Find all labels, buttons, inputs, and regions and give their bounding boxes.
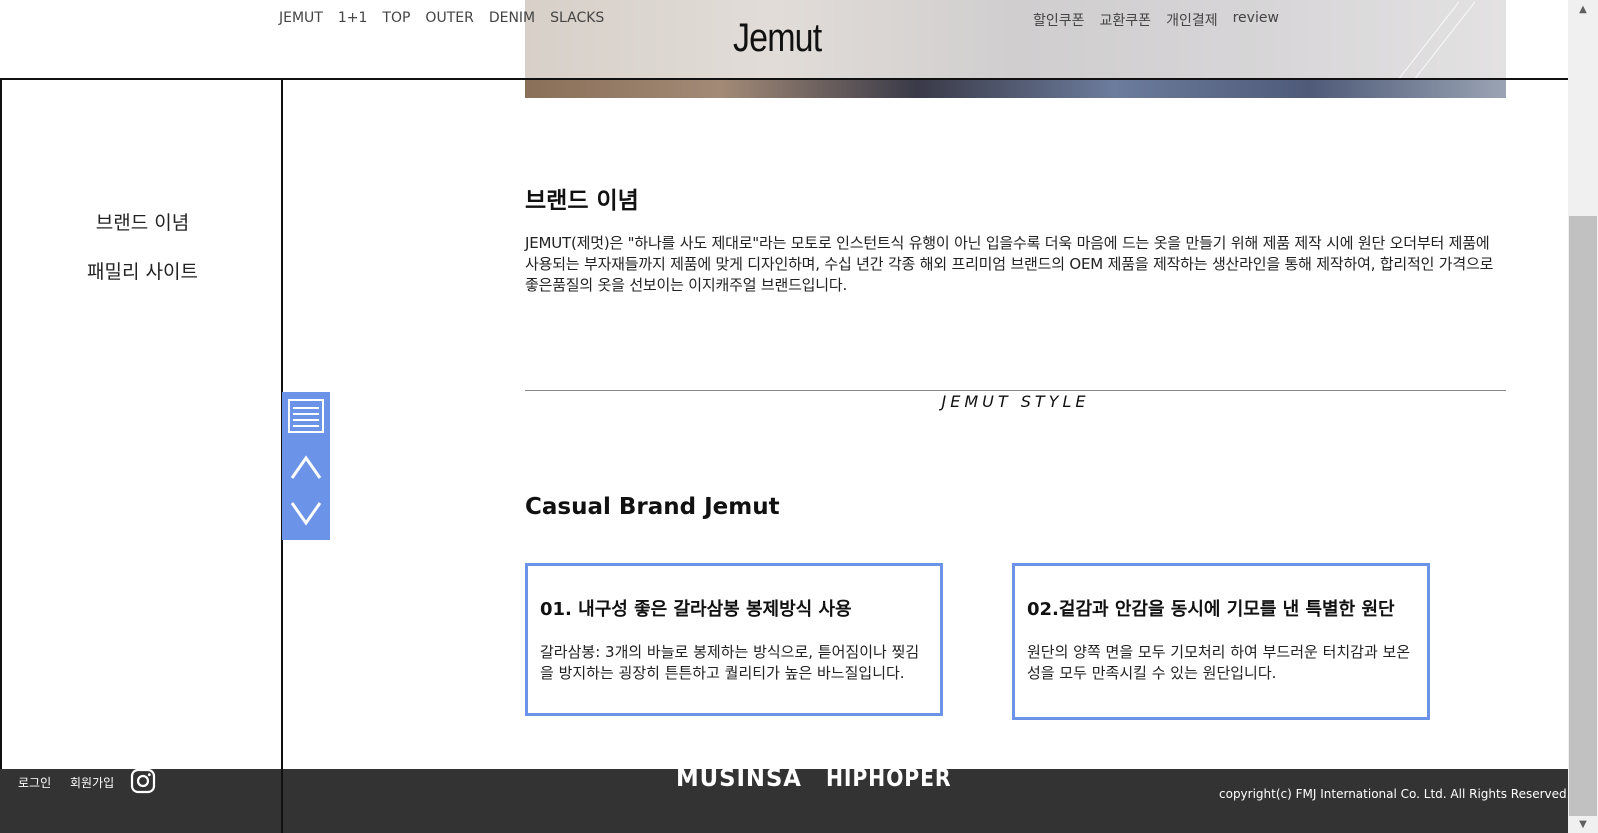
nav-item-outer[interactable]: OUTER xyxy=(425,10,473,26)
copyright-text: copyright(c) FMJ International Co. Ltd. … xyxy=(1219,787,1571,801)
category-nav: JEMUT 1+1 TOP OUTER DENIM SLACKS xyxy=(279,10,619,26)
sidebar: 브랜드 이념 패밀리 사이트 xyxy=(0,80,283,833)
signup-link[interactable]: 회원가입 xyxy=(70,774,114,791)
scrollbar-thumb[interactable] xyxy=(1569,216,1597,816)
utility-nav: 할인쿠폰 교환쿠폰 개인결제 review xyxy=(1033,10,1294,30)
feature-card-text: 갈라삼봉: 3개의 바늘로 봉제하는 방식으로, 튿어짐이나 찢김을 방지하는 … xyxy=(540,643,920,682)
menu-icon[interactable] xyxy=(286,396,326,436)
casual-brand-heading: Casual Brand Jemut xyxy=(525,494,780,520)
chevron-down-icon[interactable] xyxy=(286,494,326,534)
brand-philosophy-heading: 브랜드 이념 xyxy=(525,188,639,214)
scroll-down-arrow-icon[interactable]: ▼ xyxy=(1568,815,1598,833)
nav-item-review[interactable]: review xyxy=(1233,10,1279,30)
nav-item-personal-payment[interactable]: 개인결제 xyxy=(1166,10,1218,30)
nav-item-jemut[interactable]: JEMUT xyxy=(279,10,323,26)
section-divider xyxy=(525,390,1506,391)
feature-card-2: 02.겉감과 안감을 동시에 기모를 낸 특별한 원단 원단의 양쪽 면을 모두… xyxy=(1012,563,1430,720)
partner-logo-musinsa[interactable]: MUSINSA xyxy=(676,764,802,792)
feature-card-title: 01. 내구성 좋은 갈라삼봉 봉제방식 사용 xyxy=(540,599,852,620)
jemut-style-label: JEMUT STYLE xyxy=(941,392,1090,411)
chevron-up-icon[interactable] xyxy=(286,447,326,487)
feature-card-1: 01. 내구성 좋은 갈라삼봉 봉제방식 사용 갈라삼봉: 3개의 바늘로 봉제… xyxy=(525,563,943,716)
brand-philosophy-text: JEMUT(제멋)은 "하나를 사도 제대로"라는 모토로 인스턴트식 유행이 … xyxy=(525,234,1494,294)
nav-item-1plus1[interactable]: 1+1 xyxy=(338,10,368,26)
site-logo[interactable]: Jemut xyxy=(733,16,822,61)
sidebar-item-family-site[interactable]: 패밀리 사이트 xyxy=(2,257,283,284)
instagram-icon[interactable] xyxy=(130,768,156,794)
quick-scroll-widget xyxy=(282,392,330,540)
nav-item-discount-coupon[interactable]: 할인쿠폰 xyxy=(1033,10,1085,30)
partner-logo-hiphoper[interactable]: HIPHOPER xyxy=(826,764,951,792)
feature-card-title: 02.겉감과 안감을 동시에 기모를 낸 특별한 원단 xyxy=(1027,599,1395,620)
feature-card-text: 원단의 양쪽 면을 모두 기모처리 하여 부드러운 터치감과 보온성을 모두 만… xyxy=(1027,643,1411,682)
nav-item-denim[interactable]: DENIM xyxy=(489,10,535,26)
nav-item-exchange-coupon[interactable]: 교환쿠폰 xyxy=(1100,10,1152,30)
nav-item-top[interactable]: TOP xyxy=(382,10,410,26)
sidebar-item-brand-philosophy[interactable]: 브랜드 이념 xyxy=(2,208,283,235)
footer-divider xyxy=(281,769,283,833)
login-link[interactable]: 로그인 xyxy=(18,774,51,791)
nav-item-slacks[interactable]: SLACKS xyxy=(550,10,604,26)
scroll-up-arrow-icon[interactable]: ▲ xyxy=(1568,0,1598,18)
